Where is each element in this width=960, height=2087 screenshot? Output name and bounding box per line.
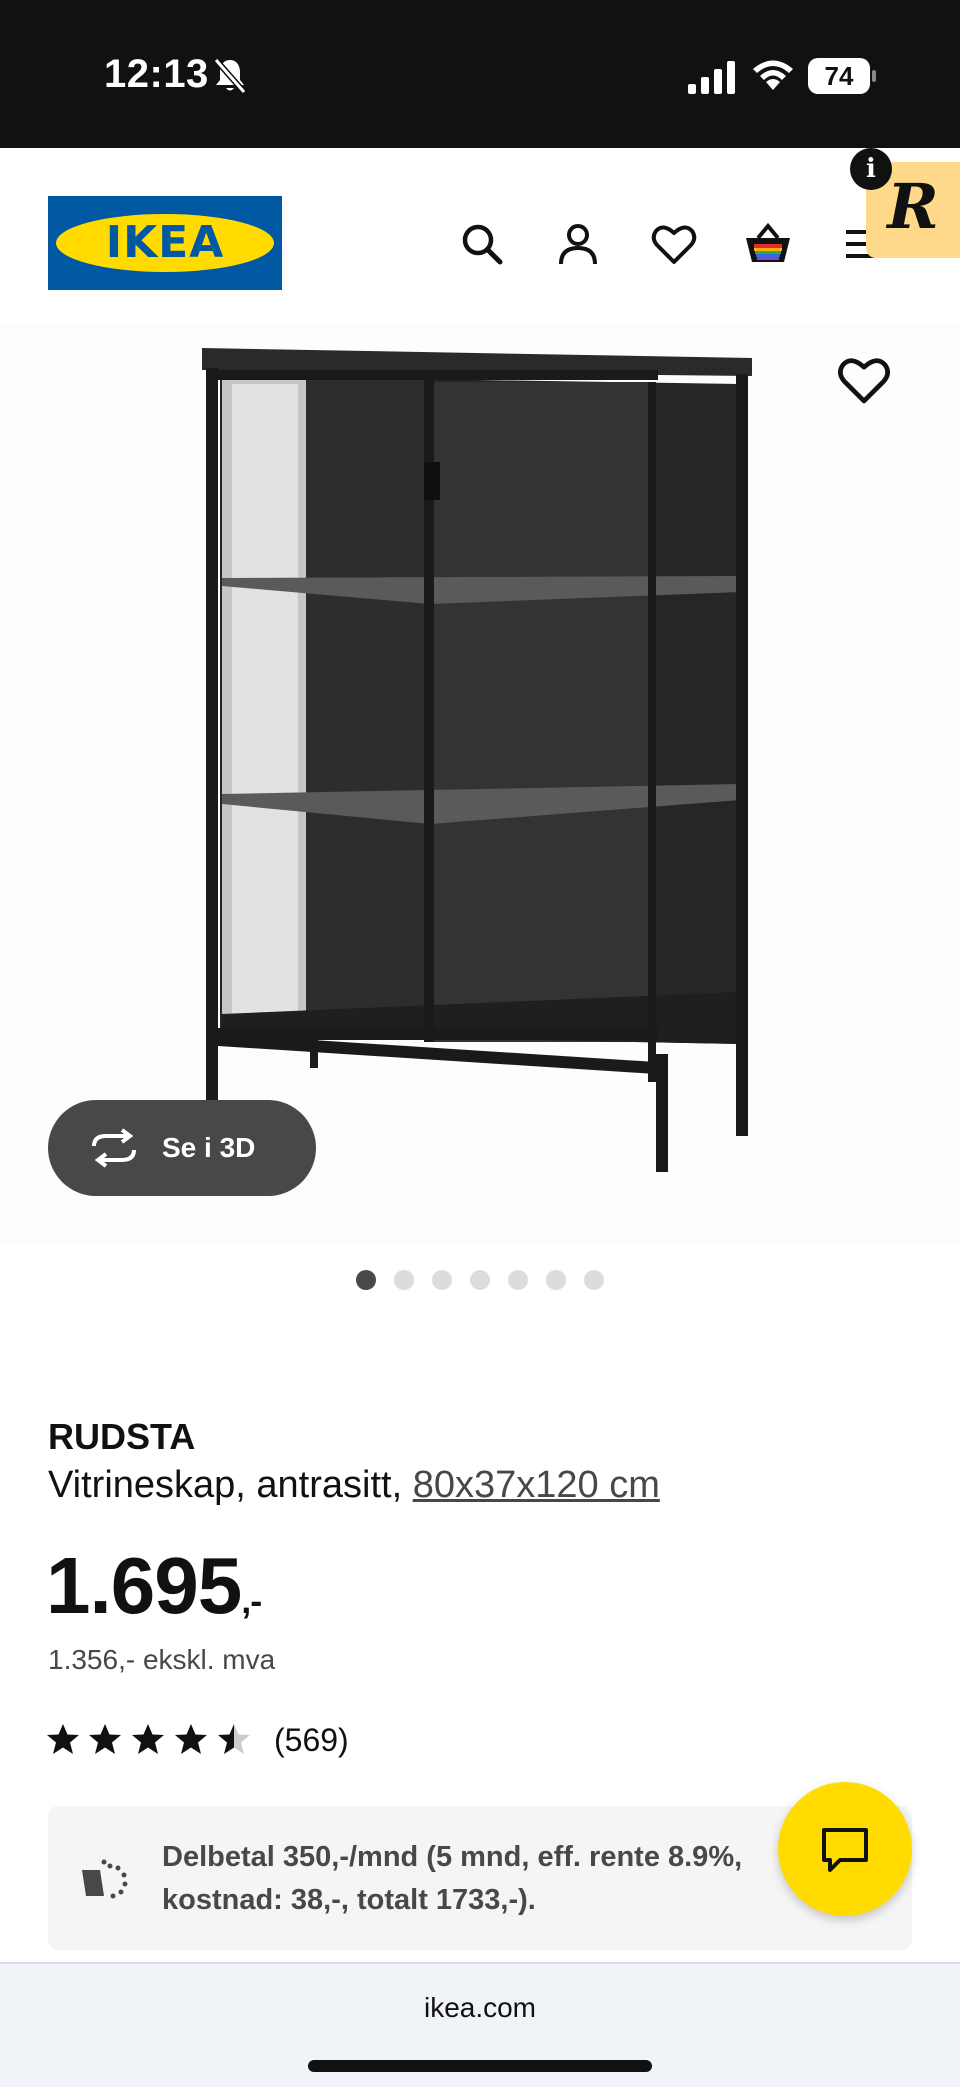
status-time: 12:13 [104,52,209,96]
installment-icon [82,1859,128,1899]
browser-url-bar[interactable]: ikea.com [0,1962,960,2087]
status-bar: 12:13 74 [0,0,960,148]
chat-button[interactable] [778,1782,912,1916]
see-in-3d-label: Se i 3D [162,1132,256,1163]
gallery-dot[interactable] [470,1270,490,1290]
logo-text: IKEA [105,217,225,268]
silent-bell-icon [213,58,247,94]
product-image-gallery[interactable]: Se i 3D [0,324,960,1244]
wifi-icon [753,60,793,90]
product-price: 1.695,- [46,1540,262,1632]
half-star-icon [218,1724,250,1754]
gallery-dot[interactable] [508,1270,528,1290]
see-in-3d-button[interactable]: Se i 3D [48,1100,316,1196]
battery-cap [872,70,876,82]
battery-indicator: 74 [808,58,876,94]
info-icon[interactable]: i [850,148,892,190]
gallery-dot[interactable] [432,1270,452,1290]
product-type: Vitrineskap, antrasitt, [48,1464,403,1506]
product-name: RUDSTA [48,1416,196,1457]
star-icon [47,1724,79,1754]
product-dimensions-link[interactable]: 80x37x120 cm [413,1464,660,1506]
product-description: Vitrineskap, antrasitt, 80x37x120 cm [48,1464,660,1507]
search-icon[interactable] [458,220,506,268]
account-icon[interactable] [554,220,602,268]
gallery-dot[interactable] [394,1270,414,1290]
gallery-dot[interactable] [546,1270,566,1290]
chat-icon [822,1828,868,1872]
star-icon [175,1724,207,1754]
rotate-3d-icon [92,1128,136,1168]
financing-text: Delbetal 350,-/mnd (5 mnd, eff. rente 8.… [162,1841,743,1916]
battery-level: 74 [824,61,854,91]
gallery-dot[interactable] [584,1270,604,1290]
heart-icon[interactable] [650,220,698,268]
price-value: 1.695 [46,1541,242,1630]
star-icon [89,1724,121,1754]
image-favorite-icon[interactable] [836,352,892,408]
basket-icon[interactable] [744,220,792,268]
site-header: IKEA R i [0,148,960,324]
rating-count[interactable]: (569) [274,1718,349,1762]
star-icon [132,1724,164,1754]
price-ex-vat: 1.356,- ekskl. mva [48,1644,276,1675]
ikea-logo[interactable]: IKEA [48,196,282,290]
gallery-pagination [0,1270,960,1290]
url-text[interactable]: ikea.com [0,1992,960,2024]
cellular-signal-icon [688,61,735,94]
gallery-dot[interactable] [356,1270,376,1290]
price-suffix: ,- [241,1580,262,1621]
home-indicator[interactable] [308,2060,652,2072]
